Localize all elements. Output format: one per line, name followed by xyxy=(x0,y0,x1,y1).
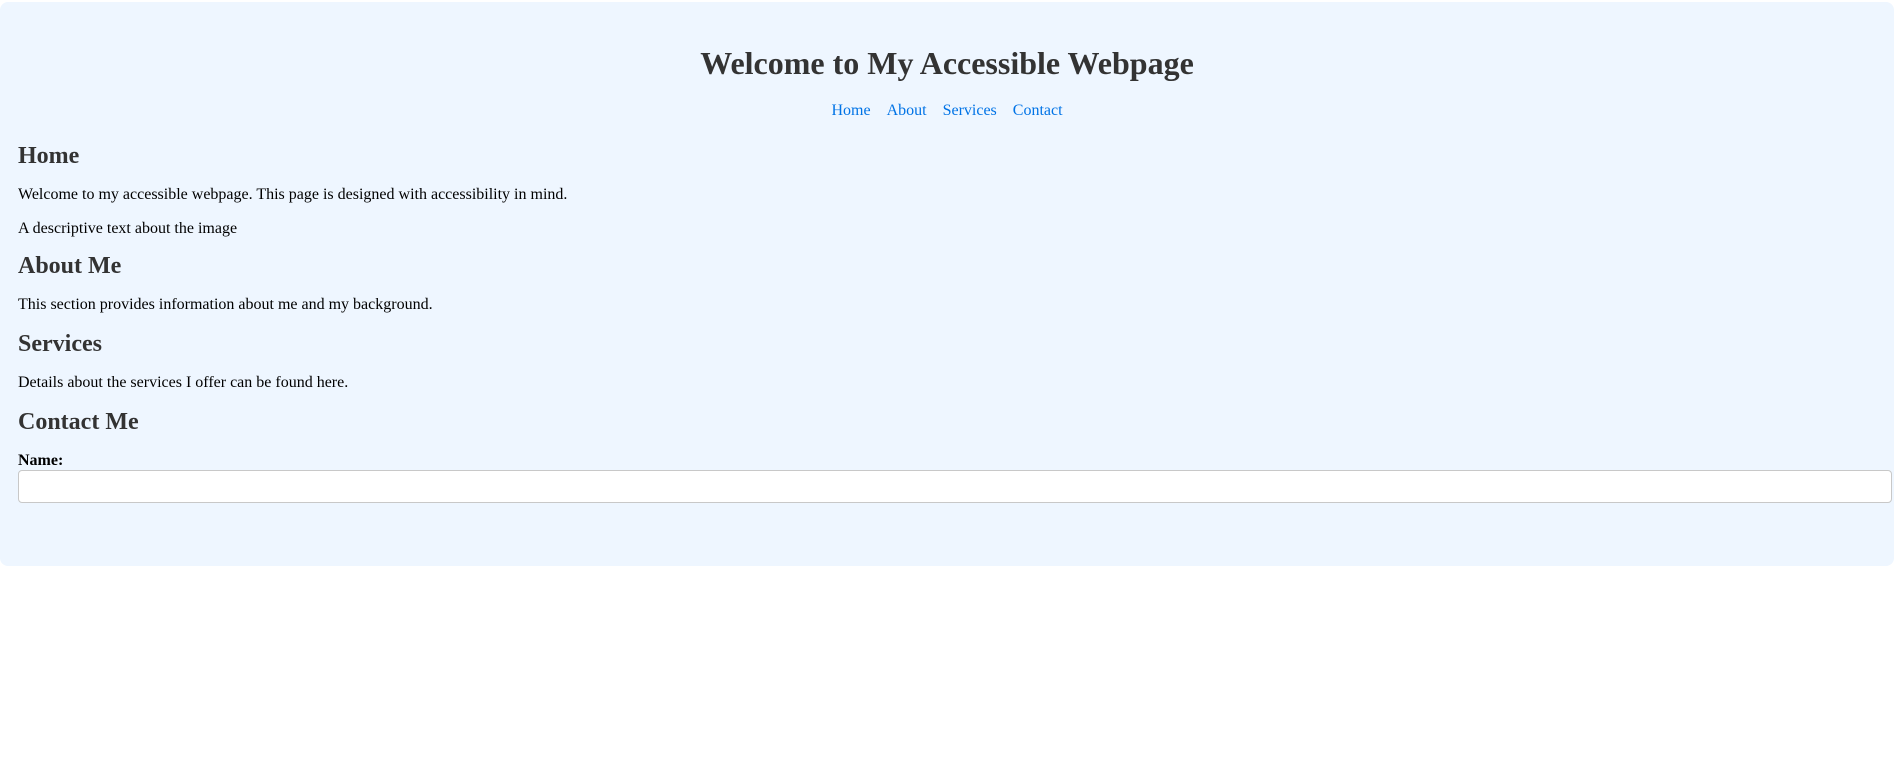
home-heading: Home xyxy=(18,143,80,169)
main-nav: Home About Services Contact xyxy=(18,101,1876,121)
nav-link-services[interactable]: Services xyxy=(943,102,997,119)
page-container: Welcome to My Accessible Webpage Home Ab… xyxy=(0,2,1894,566)
page-title: Welcome to My Accessible Webpage xyxy=(700,45,1194,81)
contact-heading: Contact Me xyxy=(18,409,139,435)
home-text: Welcome to my accessible webpage. This p… xyxy=(18,186,568,203)
nav-link-about[interactable]: About xyxy=(887,102,927,119)
about-text: This section provides information about … xyxy=(18,296,433,313)
about-section: About Me This section provides informati… xyxy=(18,252,1876,315)
services-text: Details about the services I offer can b… xyxy=(18,374,349,391)
nav-link-home[interactable]: Home xyxy=(831,102,870,119)
image-alt-text: A descriptive text about the image xyxy=(18,220,238,237)
nav-link-contact[interactable]: Contact xyxy=(1013,102,1063,119)
about-heading: About Me xyxy=(18,253,122,279)
contact-section: Contact Me Name: xyxy=(18,408,1892,503)
services-heading: Services xyxy=(18,331,102,357)
home-section: Home Welcome to my accessible webpage. T… xyxy=(18,142,1876,239)
services-section: Services Details about the services I of… xyxy=(18,330,1876,393)
name-label: Name: xyxy=(18,452,64,469)
site-header: Welcome to My Accessible Webpage Home Ab… xyxy=(18,2,1876,121)
name-input[interactable] xyxy=(18,470,1892,503)
broken-image: A descriptive text about the image xyxy=(18,219,1876,239)
